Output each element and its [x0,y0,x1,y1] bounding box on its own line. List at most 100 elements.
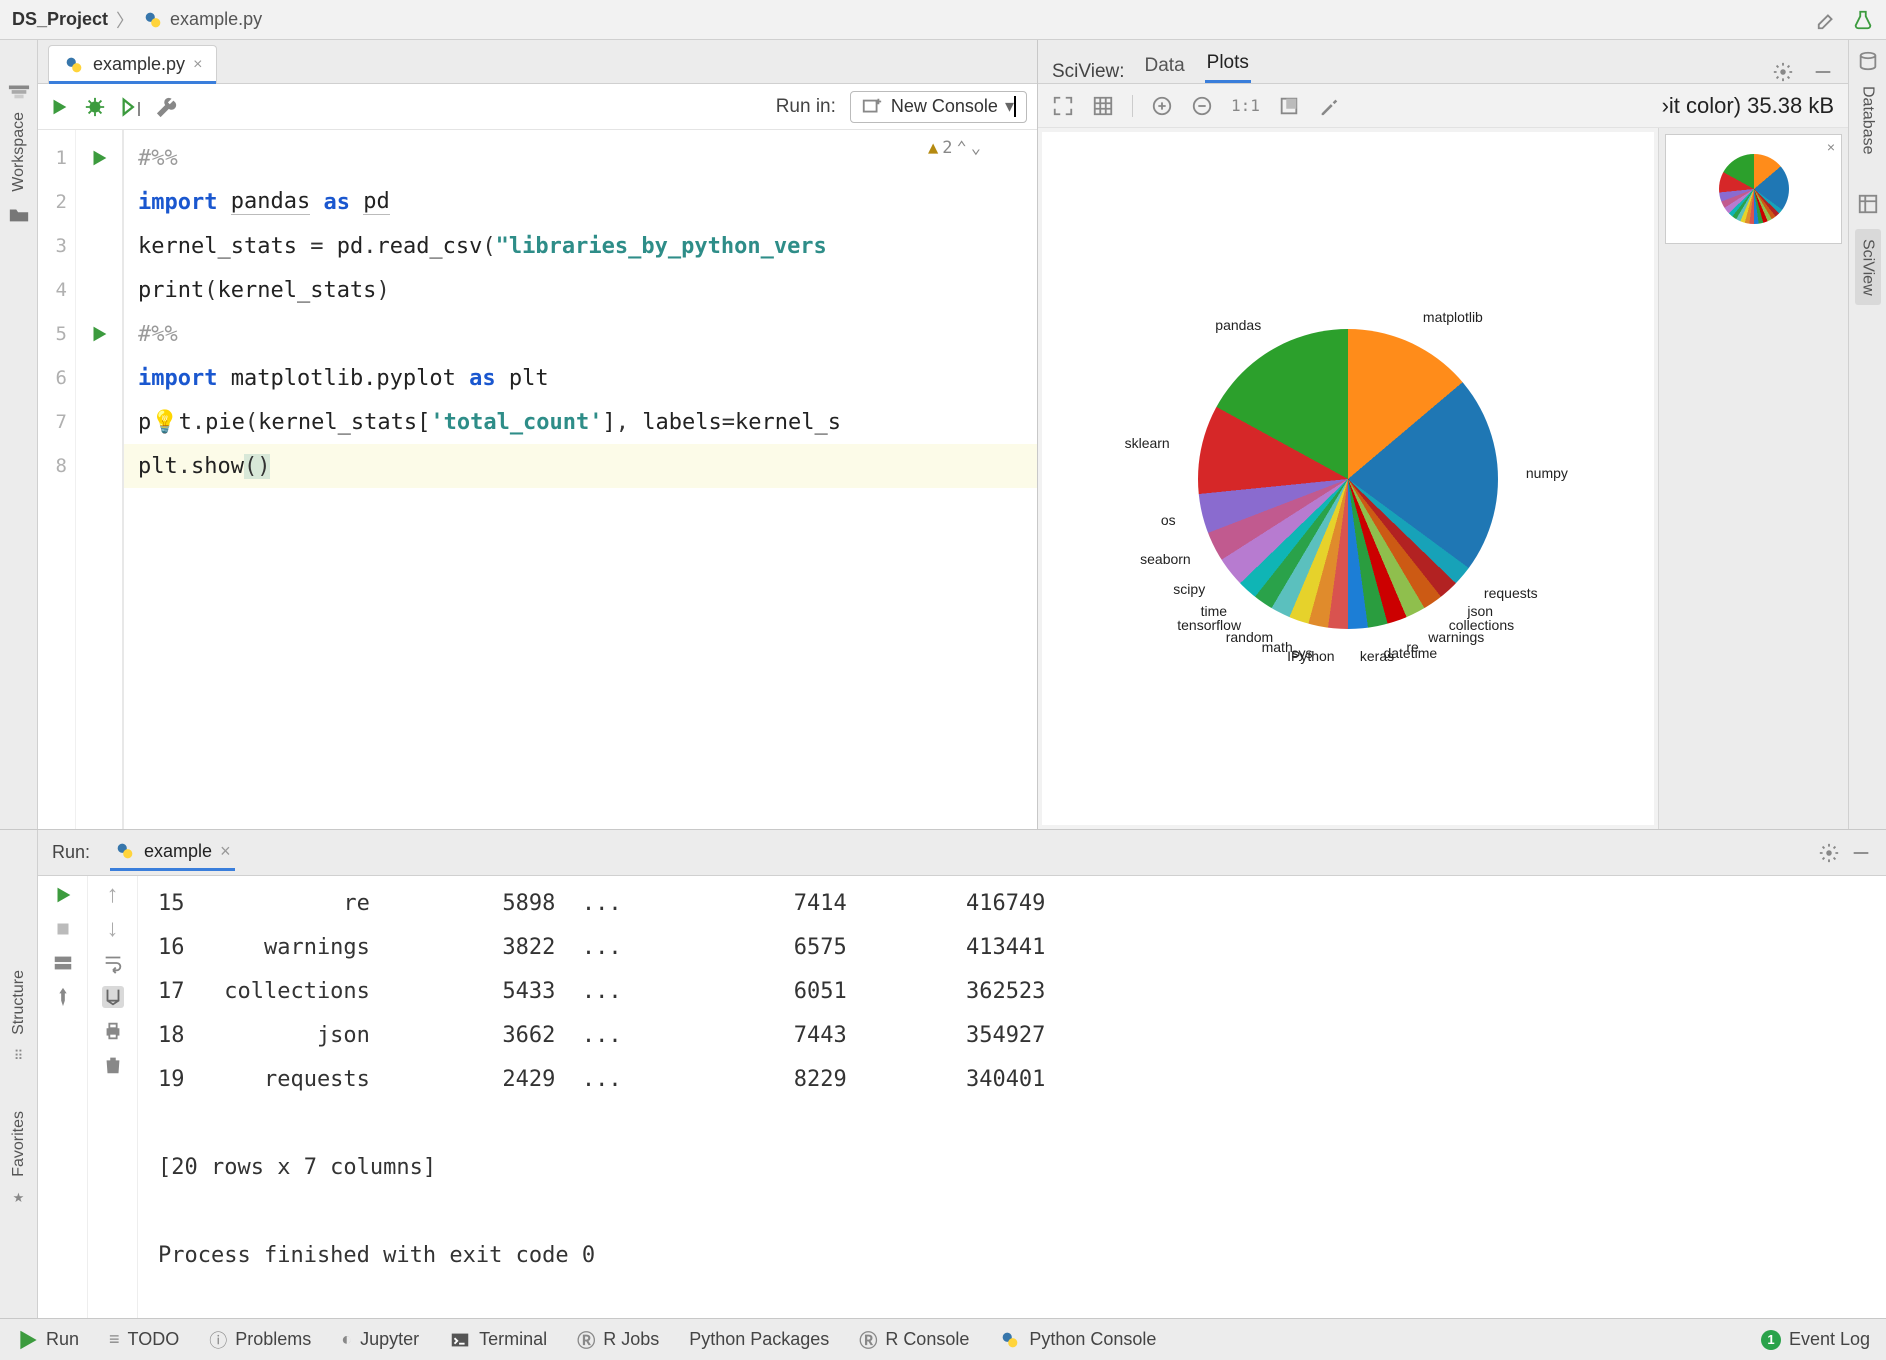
problems-count: 2 [942,138,952,158]
output-shape: [20 rows x 7 columns] [158,1146,1876,1190]
star-icon[interactable]: ★ [8,1187,30,1209]
pie-label: keras [1360,648,1394,664]
run-target-combo[interactable]: New Console ▾ [850,91,1027,123]
run-cell-icon[interactable] [48,96,70,118]
bottom-rconsole[interactable]: ⓇR Console [859,1327,969,1353]
flask-icon[interactable] [1852,9,1874,31]
gear-icon[interactable] [1818,842,1840,864]
stop-icon[interactable] [52,918,74,940]
structure-icon[interactable]: ⠿ [8,1045,30,1067]
problems-badge[interactable]: ▲ 2 ⌃ ⌄ [928,138,981,158]
scroll-end-icon[interactable] [102,986,124,1008]
bottom-rjobs[interactable]: ⓇR Jobs [577,1327,659,1353]
bottom-python-console[interactable]: Python Console [999,1329,1156,1351]
output-row: 19 requests 2429 ... 8229 340401 [158,1058,1876,1102]
gutter-cell[interactable] [76,224,122,268]
zoom-actual-icon[interactable]: 1:1 [1231,95,1260,117]
pie-label: tensorflow [1177,617,1241,633]
gutter-cell[interactable] [76,400,122,444]
run-cell-gutter-icon[interactable] [88,147,110,169]
pie-label: numpy [1526,465,1568,481]
bottom-todo[interactable]: ≡TODO [109,1329,179,1350]
plot-canvas[interactable]: matplotlibnumpyrequestsjsoncollectionswa… [1042,132,1654,825]
gutter-cell[interactable] [76,444,122,488]
bottom-run[interactable]: Run [16,1329,79,1351]
rerun-icon[interactable] [52,884,74,906]
chevron-right-icon: 〉 [116,7,134,33]
code-line[interactable]: import matplotlib.pyplot as plt [138,356,1037,400]
sciview-label[interactable]: SciView [1855,229,1881,306]
layout-icon[interactable] [52,952,74,974]
gutter-cell[interactable] [76,180,122,224]
print-icon[interactable] [102,1020,124,1042]
gear-icon[interactable] [1772,61,1794,83]
bottom-terminal[interactable]: Terminal [449,1329,547,1351]
pin-icon[interactable] [52,986,74,1008]
sciview-icon[interactable] [1857,193,1879,215]
minimize-icon[interactable] [1850,842,1872,864]
code-line[interactable]: #%% [138,136,1037,180]
bottom-event-log[interactable]: 1Event Log [1761,1329,1870,1350]
chevron-up-icon[interactable]: ⌃ [957,138,967,158]
arrow-down-icon[interactable]: ↓ [102,918,124,940]
debug-cell-icon[interactable] [84,96,106,118]
code-line[interactable]: kernel_stats = pd.read_csv("libraries_by… [138,224,1037,268]
play-icon [16,1329,38,1351]
bottom-python-packages[interactable]: Python Packages [689,1329,829,1350]
output-row: 18 json 3662 ... 7443 354927 [158,1014,1876,1058]
zoom-in-icon[interactable] [1151,95,1173,117]
folder-icon[interactable] [8,204,30,226]
chevron-down-icon: ▾ [1005,96,1016,117]
crop-icon[interactable] [1278,95,1300,117]
run-output[interactable]: 15 re 5898 ... 7414 41674916 warnings 38… [138,876,1886,1318]
tab-data[interactable]: Data [1143,49,1187,83]
bottom-problems[interactable]: ⓘProblems [209,1327,311,1353]
run-cell-gutter-icon[interactable] [88,323,110,345]
gutter-cell[interactable] [76,136,122,180]
run-nav-column: ↑ ↓ [88,876,138,1318]
bottom-jupyter[interactable]: ◐Jupyter [341,1329,419,1350]
line-number: 4 [38,268,75,312]
tab-plots[interactable]: Plots [1205,46,1251,83]
run-config-tab[interactable]: example × [110,834,235,871]
plot-thumbnail[interactable]: × [1665,134,1842,244]
workspace-label[interactable]: Workspace [10,112,28,192]
code-line[interactable]: print(kernel_stats) [138,268,1037,312]
zoom-out-icon[interactable] [1191,95,1213,117]
breadcrumb-file[interactable]: example.py [142,9,262,31]
database-icon[interactable] [1857,50,1879,72]
arrow-up-icon[interactable]: ↑ [102,884,124,906]
workspace-icon[interactable] [8,80,30,102]
bottom-tool-bar: Run ≡TODO ⓘProblems ◐Jupyter Terminal ⓇR… [0,1318,1886,1360]
close-icon[interactable]: × [220,841,231,862]
edit-icon[interactable] [1816,9,1838,31]
gutter-cell[interactable] [76,268,122,312]
code-line[interactable]: p💡t.pie(kernel_stats['total_count'], lab… [138,400,1037,444]
sciview-toolbar: 1:1 ›it color) 35.38 kB [1038,84,1848,128]
soft-wrap-icon[interactable] [102,952,124,974]
code-line[interactable]: #%% [138,312,1037,356]
line-number-gutter: 12345678 [38,130,76,829]
structure-label[interactable]: Structure [10,970,28,1035]
run-gutter [76,130,124,829]
close-icon[interactable]: × [193,56,202,74]
wrench-icon[interactable] [156,96,178,118]
chevron-down-icon[interactable]: ⌄ [971,138,981,158]
tab-example-py[interactable]: example.py × [48,45,217,83]
code-editor[interactable]: ▲ 2 ⌃ ⌄ #%%import pandas as pdkernel_sta… [124,130,1037,829]
fit-screen-icon[interactable] [1052,95,1074,117]
gutter-cell[interactable] [76,356,122,400]
favorites-label[interactable]: Favorites [10,1111,28,1177]
step-icon[interactable] [120,96,142,118]
color-picker-icon[interactable] [1318,95,1340,117]
run-action-column [38,876,88,1318]
code-line[interactable]: import pandas as pd [138,180,1037,224]
close-icon[interactable]: × [1827,139,1835,155]
trash-icon[interactable] [102,1054,124,1076]
database-label[interactable]: Database [1859,86,1877,155]
minimize-icon[interactable] [1812,61,1834,83]
plot-thumbnails: × [1658,128,1848,829]
grid-icon[interactable] [1092,95,1114,117]
gutter-cell[interactable] [76,312,122,356]
breadcrumb-project[interactable]: DS_Project [12,9,108,30]
